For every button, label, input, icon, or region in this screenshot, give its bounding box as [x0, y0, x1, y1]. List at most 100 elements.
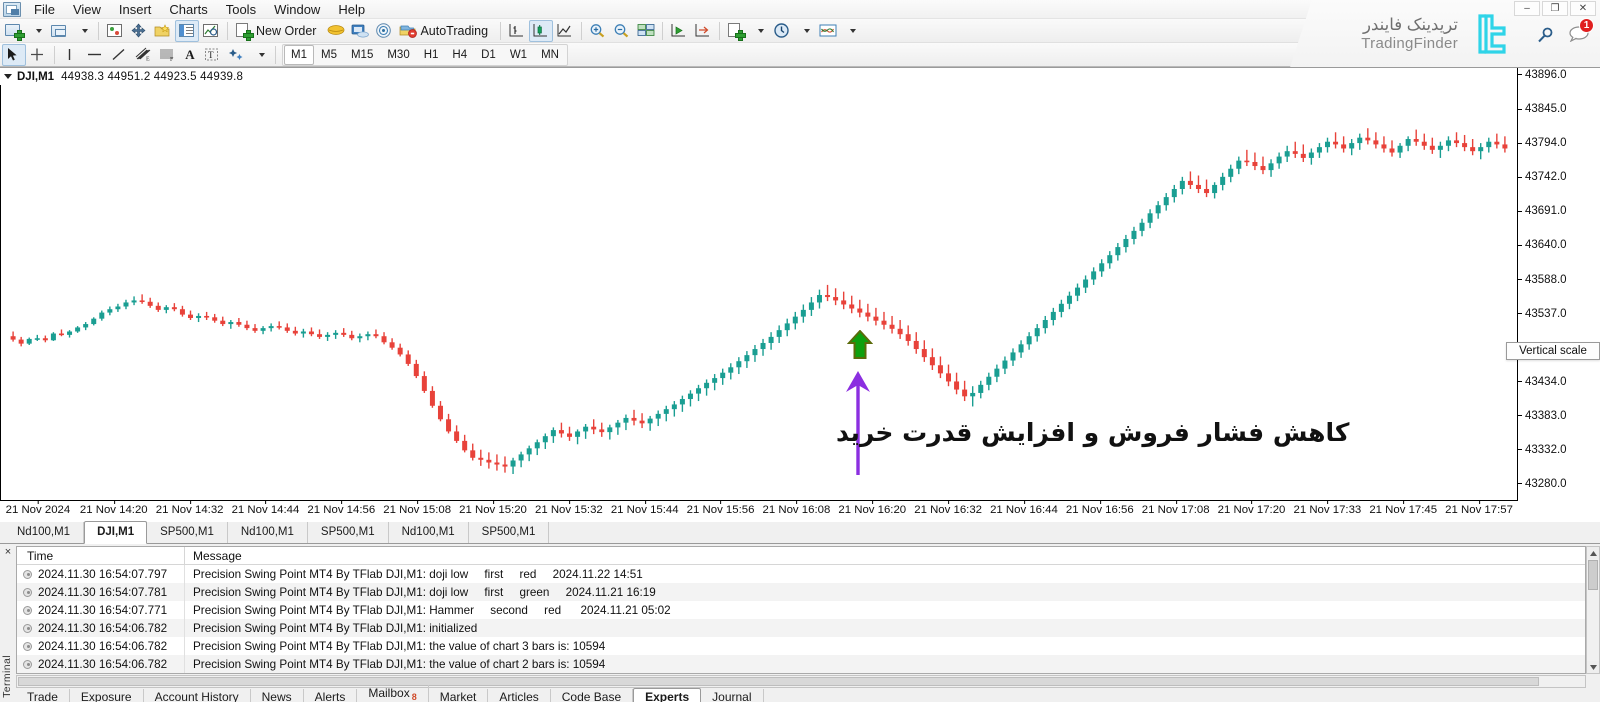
terminal-tab-articles[interactable]: Articles	[488, 689, 551, 702]
market-watch-icon[interactable]	[103, 20, 127, 42]
expert-advisors-icon[interactable]	[324, 20, 348, 42]
log-row[interactable]: 2024.11.30 16:54:07.797 Precision Swing P…	[17, 565, 1585, 583]
restore-button[interactable]: ❐	[1542, 1, 1568, 16]
log-row[interactable]: 2024.11.30 16:54:06.782 Precision Swing P…	[17, 637, 1585, 655]
cursor-icon[interactable]	[2, 43, 26, 66]
chart-tab-nd100-1[interactable]: Nd100,M1	[4, 522, 85, 543]
column-header-time[interactable]: Time	[17, 547, 185, 565]
periods-icon[interactable]	[770, 20, 794, 42]
autotrading-button[interactable]: AutoTrading	[396, 20, 496, 42]
auto-scroll-icon[interactable]	[667, 20, 691, 42]
close-button[interactable]: ✕	[1570, 1, 1596, 16]
log-row[interactable]: 2024.11.30 16:54:06.782 Precision Swing P…	[17, 655, 1585, 673]
profiles-icon[interactable]	[48, 20, 72, 42]
line-chart-icon[interactable]	[553, 20, 577, 42]
menu-item-help[interactable]: Help	[329, 0, 374, 19]
timeframe-w1[interactable]: W1	[503, 45, 534, 65]
terminal-close-icon[interactable]: ×	[0, 544, 16, 558]
chart-shift-icon[interactable]	[691, 20, 715, 42]
timeframe-m1[interactable]: M1	[284, 44, 314, 65]
terminal-tab-trade[interactable]: Trade	[16, 689, 70, 702]
terminal-tab-experts[interactable]: Experts	[633, 688, 702, 702]
search-icon[interactable]	[1537, 27, 1554, 44]
terminal-horizontal-scrollbar[interactable]	[16, 675, 1586, 688]
periods-dropdown-icon[interactable]	[794, 20, 816, 42]
timeframe-mn[interactable]: MN	[534, 45, 566, 65]
strategy-tester-icon[interactable]	[199, 20, 223, 42]
signals-icon[interactable]	[372, 20, 396, 42]
chart-ohlc-values: 44938.3 44951.2 44923.5 44939.8	[61, 70, 244, 83]
fibonacci-retracement-icon[interactable]: E	[131, 44, 155, 66]
shapes-dropdown-icon[interactable]	[249, 44, 271, 66]
indicators-dropdown-icon[interactable]	[748, 20, 770, 42]
terminal-toggle-icon[interactable]	[175, 19, 199, 42]
notifications-icon[interactable]: 1	[1568, 18, 1594, 47]
terminal-tab-alerts[interactable]: Alerts	[304, 689, 358, 702]
chart-tab-sp500-2[interactable]: SP500,M1	[308, 522, 389, 543]
horizontal-line-icon[interactable]	[83, 44, 107, 66]
column-header-message[interactable]: Message	[185, 549, 242, 563]
bar-chart-icon[interactable]	[505, 20, 529, 42]
timeframe-d1[interactable]: D1	[474, 45, 503, 65]
terminal-vertical-scrollbar[interactable]	[1586, 546, 1600, 674]
menu-item-file[interactable]: File	[25, 0, 64, 19]
chart-tab-nd100-3[interactable]: Nd100,M1	[389, 522, 469, 543]
terminal-tab-label: Experts	[645, 690, 690, 702]
timeframe-h1[interactable]: H1	[417, 45, 446, 65]
chart-tab-nd100-2[interactable]: Nd100,M1	[228, 522, 308, 543]
data-window-icon[interactable]	[151, 20, 175, 42]
shapes-icon[interactable]	[225, 44, 249, 66]
terminal-tab-news[interactable]: News	[251, 689, 304, 702]
menu-item-insert[interactable]: Insert	[110, 0, 161, 19]
chart-tab-sp500-3[interactable]: SP500,M1	[469, 522, 550, 543]
equidistant-channel-icon[interactable]: F	[155, 44, 179, 66]
timeframe-h4[interactable]: H4	[445, 45, 474, 65]
log-row[interactable]: 2024.11.30 16:54:07.771 Precision Swing P…	[17, 601, 1585, 619]
new-order-button[interactable]: New Order	[232, 20, 324, 42]
terminal-tab-account-history[interactable]: Account History	[144, 689, 251, 702]
timeframe-m30[interactable]: M30	[380, 45, 416, 65]
crosshair-icon[interactable]	[26, 44, 50, 66]
tile-windows-icon[interactable]	[634, 20, 658, 42]
menu-item-window[interactable]: Window	[265, 0, 329, 19]
scroll-up-arrow-icon[interactable]	[1587, 547, 1599, 559]
text-tool-icon[interactable]: A	[179, 44, 201, 66]
chart-context-caret-icon[interactable]	[4, 74, 12, 79]
mql5-community-icon[interactable]	[348, 20, 372, 42]
timeframe-m5[interactable]: M5	[314, 45, 344, 65]
navigator-icon[interactable]	[127, 20, 151, 42]
zoom-out-icon[interactable]	[610, 20, 634, 42]
log-row[interactable]: 2024.11.30 16:54:06.782 Precision Swing P…	[17, 619, 1585, 637]
terminal-tab-code-base[interactable]: Code Base	[551, 689, 634, 702]
profiles-dropdown-icon[interactable]	[72, 20, 94, 42]
log-row[interactable]: 2024.11.30 16:54:07.781 Precision Swing P…	[17, 583, 1585, 601]
scroll-down-arrow-icon[interactable]	[1587, 661, 1599, 673]
menu-item-charts[interactable]: Charts	[160, 0, 216, 19]
templates-icon[interactable]	[816, 20, 840, 42]
minimize-button[interactable]: –	[1514, 1, 1540, 16]
experts-log-grid[interactable]: Time Message 2024.11.30 16:54:07.797 Prec…	[16, 546, 1586, 674]
scrollbar-thumb[interactable]	[1588, 560, 1598, 590]
zoom-in-icon[interactable]	[586, 20, 610, 42]
menu-item-tools[interactable]: Tools	[217, 0, 265, 19]
vertical-line-icon[interactable]	[59, 44, 83, 66]
menu-item-view[interactable]: View	[64, 0, 110, 19]
chart-tab-sp500-1[interactable]: SP500,M1	[147, 522, 228, 543]
price-scale-axis[interactable]: Vertical scale 43896.0 43845.0 43794.0 4374…	[1506, 68, 1600, 501]
hscrollbar-thumb[interactable]	[18, 677, 1539, 686]
terminal-tab-journal[interactable]: Journal	[701, 689, 764, 702]
chart-window[interactable]: DJI,M1 44938.3 44951.2 44923.5 44939.8 ک…	[0, 67, 1600, 522]
terminal-tab-market[interactable]: Market	[429, 689, 489, 702]
chart-tab-dji[interactable]: DJI,M1	[84, 521, 148, 544]
terminal-tab-exposure[interactable]: Exposure	[70, 689, 144, 702]
new-chart-icon[interactable]	[2, 20, 26, 42]
timeframe-m15[interactable]: M15	[344, 45, 380, 65]
text-label-tool-icon[interactable]: T	[201, 44, 225, 66]
new-chart-dropdown-icon[interactable]	[26, 20, 48, 42]
time-scale-axis[interactable]: 21 Nov 2024 21 Nov 14:20 21 Nov 14:32 21 No…	[0, 500, 1517, 522]
candlestick-chart-icon[interactable]	[529, 19, 554, 42]
trendline-icon[interactable]	[107, 44, 131, 66]
templates-dropdown-icon[interactable]	[840, 20, 862, 42]
indicators-icon[interactable]	[724, 20, 748, 42]
terminal-tab-mailbox[interactable]: Mailbox 8	[357, 684, 429, 702]
